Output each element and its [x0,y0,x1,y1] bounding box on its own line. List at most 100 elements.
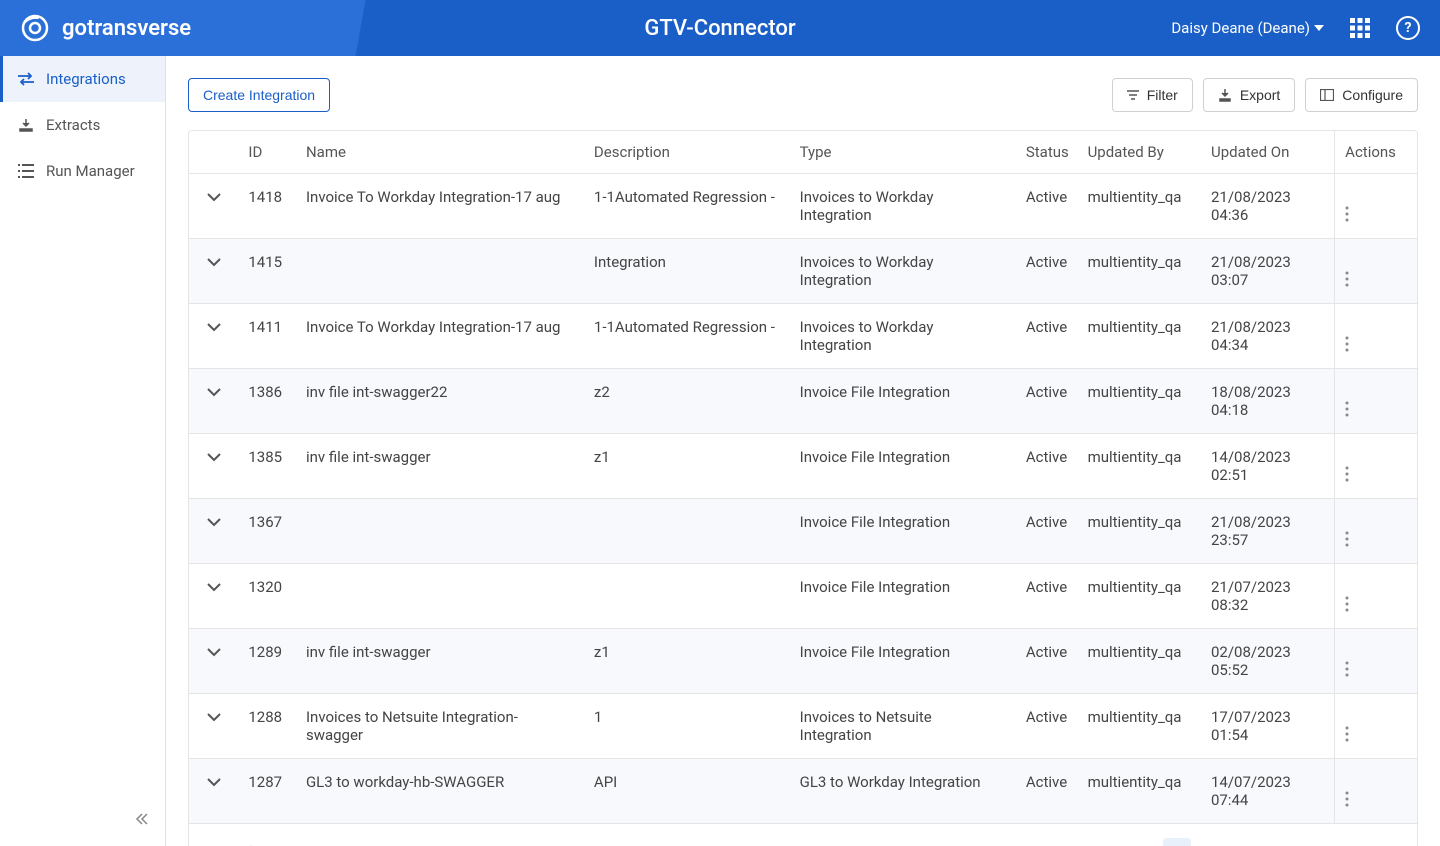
row-actions-menu[interactable] [1345,708,1407,742]
cell-type: Invoices to Workday Integration [790,304,1016,369]
sidebar-item-run-manager[interactable]: Run Manager [0,148,165,194]
cell-name: inv file int-swagger22 [296,369,584,434]
sidebar: IntegrationsExtracts Run Manager [0,56,166,846]
cell-status: Active [1016,369,1078,434]
cell-updated-on: 21/07/2023 08:32 [1201,564,1335,629]
cell-updated-on: 14/07/2023 07:44 [1201,759,1335,824]
cell-description: Integration [584,239,790,304]
brand-icon [20,13,50,43]
cell-description: API [584,759,790,824]
configure-button[interactable]: Configure [1305,78,1418,112]
cell-type: Invoices to Netsuite Integration [790,694,1016,759]
row-actions-menu[interactable] [1345,773,1407,807]
row-actions-menu[interactable] [1345,643,1407,677]
cell-name: Invoices to Netsuite Integration-swagger [296,694,584,759]
cell-status: Active [1016,499,1078,564]
table-row: 1367Invoice File IntegrationActivemultie… [189,499,1417,564]
page-4[interactable]: 4 [1253,838,1281,846]
cell-status: Active [1016,239,1078,304]
expand-row-icon[interactable] [207,258,221,267]
column-header-status[interactable]: Status [1016,131,1078,174]
app-header: gotransverse GTV-Connector Daisy Deane (… [0,0,1440,56]
cell-updated-by: multientity_qa [1078,629,1201,694]
help-icon[interactable]: ? [1396,16,1420,40]
page-1[interactable]: 1 [1163,838,1191,846]
cell-updated-on: 21/08/2023 04:36 [1201,174,1335,239]
table-row: 1289inv file int-swaggerz1Invoice File I… [189,629,1417,694]
cell-description: z1 [584,629,790,694]
user-name: Daisy Deane (Deane) [1171,19,1310,37]
column-header-updated-by[interactable]: Updated By [1078,131,1201,174]
cell-updated-by: multientity_qa [1078,174,1201,239]
expand-row-icon[interactable] [207,648,221,657]
column-header-description[interactable]: Description [584,131,790,174]
cell-description: 1 [584,694,790,759]
user-menu[interactable]: Daisy Deane (Deane) [1171,19,1324,37]
cell-updated-by: multientity_qa [1078,564,1201,629]
cell-id: 1287 [238,759,296,824]
cell-name [296,564,584,629]
cell-updated-on: 14/08/2023 02:51 [1201,434,1335,499]
expand-row-icon[interactable] [207,518,221,527]
cell-updated-by: multientity_qa [1078,759,1201,824]
create-integration-button[interactable]: Create Integration [188,78,330,112]
expand-row-icon[interactable] [207,713,221,722]
filter-button[interactable]: Filter [1112,78,1193,112]
cell-updated-on: 18/08/2023 04:18 [1201,369,1335,434]
column-header-id[interactable]: ID [238,131,296,174]
row-actions-menu[interactable] [1345,188,1407,222]
cell-status: Active [1016,694,1078,759]
expand-row-icon[interactable] [207,778,221,787]
cell-type: Invoice File Integration [790,369,1016,434]
expand-row-icon[interactable] [207,388,221,397]
cell-id: 1411 [238,304,296,369]
cell-type: Invoice File Integration [790,564,1016,629]
column-header-name[interactable]: Name [296,131,584,174]
page-3[interactable]: 3 [1223,838,1251,846]
sidebar-item-integrations[interactable]: Integrations [0,56,165,102]
expand-row-icon[interactable] [207,323,221,332]
table-row: 1288Invoices to Netsuite Integration-swa… [189,694,1417,759]
cell-type: Invoice File Integration [790,499,1016,564]
page-5[interactable]: 5 [1283,838,1311,846]
caret-down-icon [1314,25,1324,31]
table-row: 1386inv file int-swagger22z2Invoice File… [189,369,1417,434]
expand-row-icon[interactable] [207,583,221,592]
expand-row-icon[interactable] [207,453,221,462]
download-icon [1218,88,1232,102]
column-header-updated-on[interactable]: Updated On [1201,131,1335,174]
sidebar-collapse-button[interactable] [135,812,149,826]
cell-type: Invoices to Workday Integration [790,239,1016,304]
cell-updated-by: multientity_qa [1078,369,1201,434]
row-actions-menu[interactable] [1345,253,1407,287]
cell-status: Active [1016,174,1078,239]
app-title: GTV-Connector [644,16,795,41]
row-actions-menu[interactable] [1345,448,1407,482]
apps-icon[interactable] [1348,16,1372,40]
row-actions-menu[interactable] [1345,513,1407,547]
cell-updated-on: 02/08/2023 05:52 [1201,629,1335,694]
cell-id: 1367 [238,499,296,564]
page-prev[interactable]: ‹ [1133,838,1161,846]
sidebar-item-extracts[interactable]: Extracts [0,102,165,148]
export-button[interactable]: Export [1203,78,1295,112]
column-header-type[interactable]: Type [790,131,1016,174]
filter-icon [1127,90,1139,100]
page-2[interactable]: 2 [1193,838,1221,846]
cell-updated-on: 21/08/2023 03:07 [1201,239,1335,304]
cell-id: 1289 [238,629,296,694]
brand-logo[interactable]: gotransverse [0,13,211,43]
cell-name: inv file int-swagger [296,629,584,694]
brand-text: gotransverse [62,16,191,41]
toolbar: Create Integration Filter Export Configu… [188,78,1418,112]
page-next[interactable]: › [1373,838,1401,846]
cell-name: inv file int-swagger [296,434,584,499]
cell-status: Active [1016,759,1078,824]
row-actions-menu[interactable] [1345,578,1407,612]
sidebar-item-label: Run Manager [46,162,135,180]
row-actions-menu[interactable] [1345,383,1407,417]
table-row: 1418Invoice To Workday Integration-17 au… [189,174,1417,239]
row-actions-menu[interactable] [1345,318,1407,352]
page-8[interactable]: 8 [1343,838,1371,846]
expand-row-icon[interactable] [207,193,221,202]
